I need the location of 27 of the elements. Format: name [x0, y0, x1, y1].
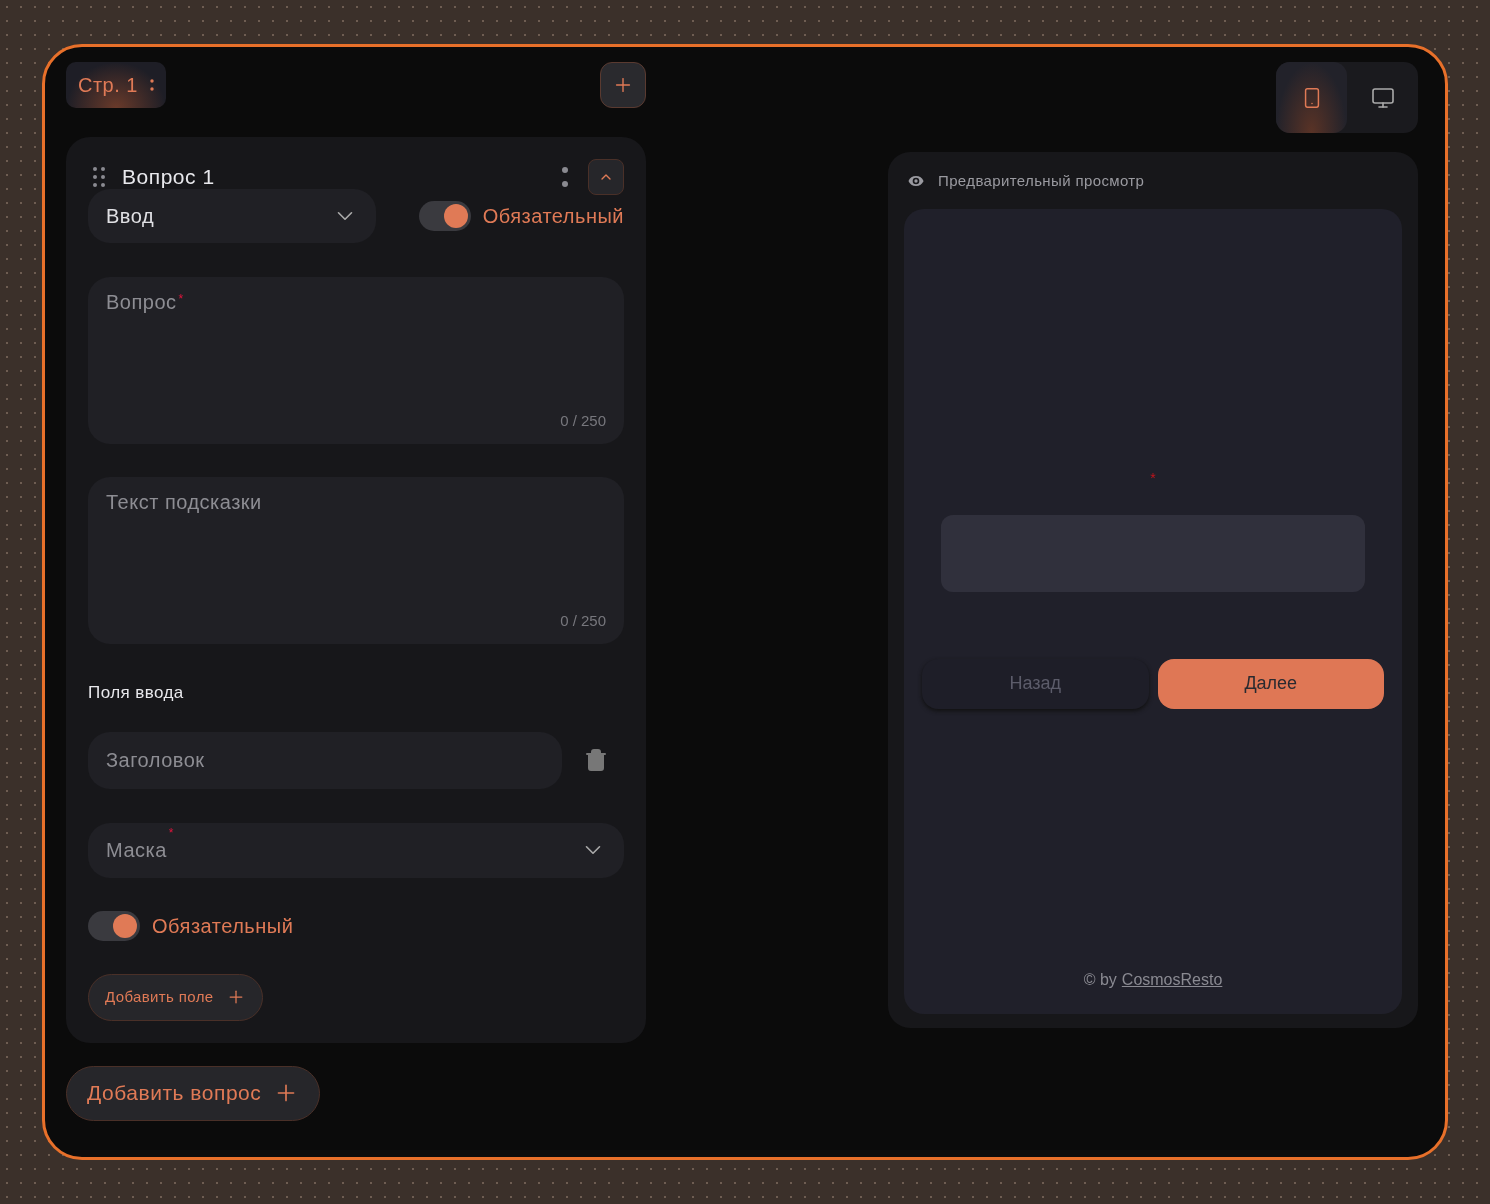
next-button[interactable]: Далее [1157, 658, 1384, 709]
question-title: Вопрос 1 [122, 164, 215, 191]
character-counter: 0 / 250 [560, 610, 606, 631]
copyright-text: © by [1083, 969, 1117, 990]
footer-link[interactable]: CosmosResto [1121, 967, 1223, 992]
more-icon [562, 166, 568, 188]
toggle-label: Обязательный [482, 204, 624, 229]
toggle-switch[interactable] [418, 201, 471, 231]
add-field-button[interactable]: Добавить поле [88, 973, 263, 1021]
drag-handle-icon [92, 166, 106, 188]
page-tab[interactable]: Стр. 1 [66, 62, 166, 108]
trash-icon [584, 748, 608, 772]
preview-title: Предварительный просмотр [938, 171, 1145, 191]
add-question-button[interactable]: Добавить вопрос [66, 1065, 321, 1121]
required-asterisk: * [1150, 470, 1156, 485]
character-counter: 0 / 250 [560, 410, 606, 431]
section-title: Поля ввода [88, 682, 185, 704]
toggle-label: Обязательный [152, 913, 294, 939]
add-page-button[interactable] [600, 62, 646, 108]
device-tab[interactable] [1276, 62, 1347, 133]
required-asterisk: * [178, 292, 184, 306]
toggle-switch[interactable] [88, 910, 140, 941]
more-icon [149, 78, 154, 92]
collapse-button[interactable] [588, 159, 624, 195]
title-field[interactable]: Заголовок [88, 731, 562, 789]
type-select[interactable]: Ввод [88, 189, 376, 243]
monitor-icon [1370, 85, 1395, 110]
